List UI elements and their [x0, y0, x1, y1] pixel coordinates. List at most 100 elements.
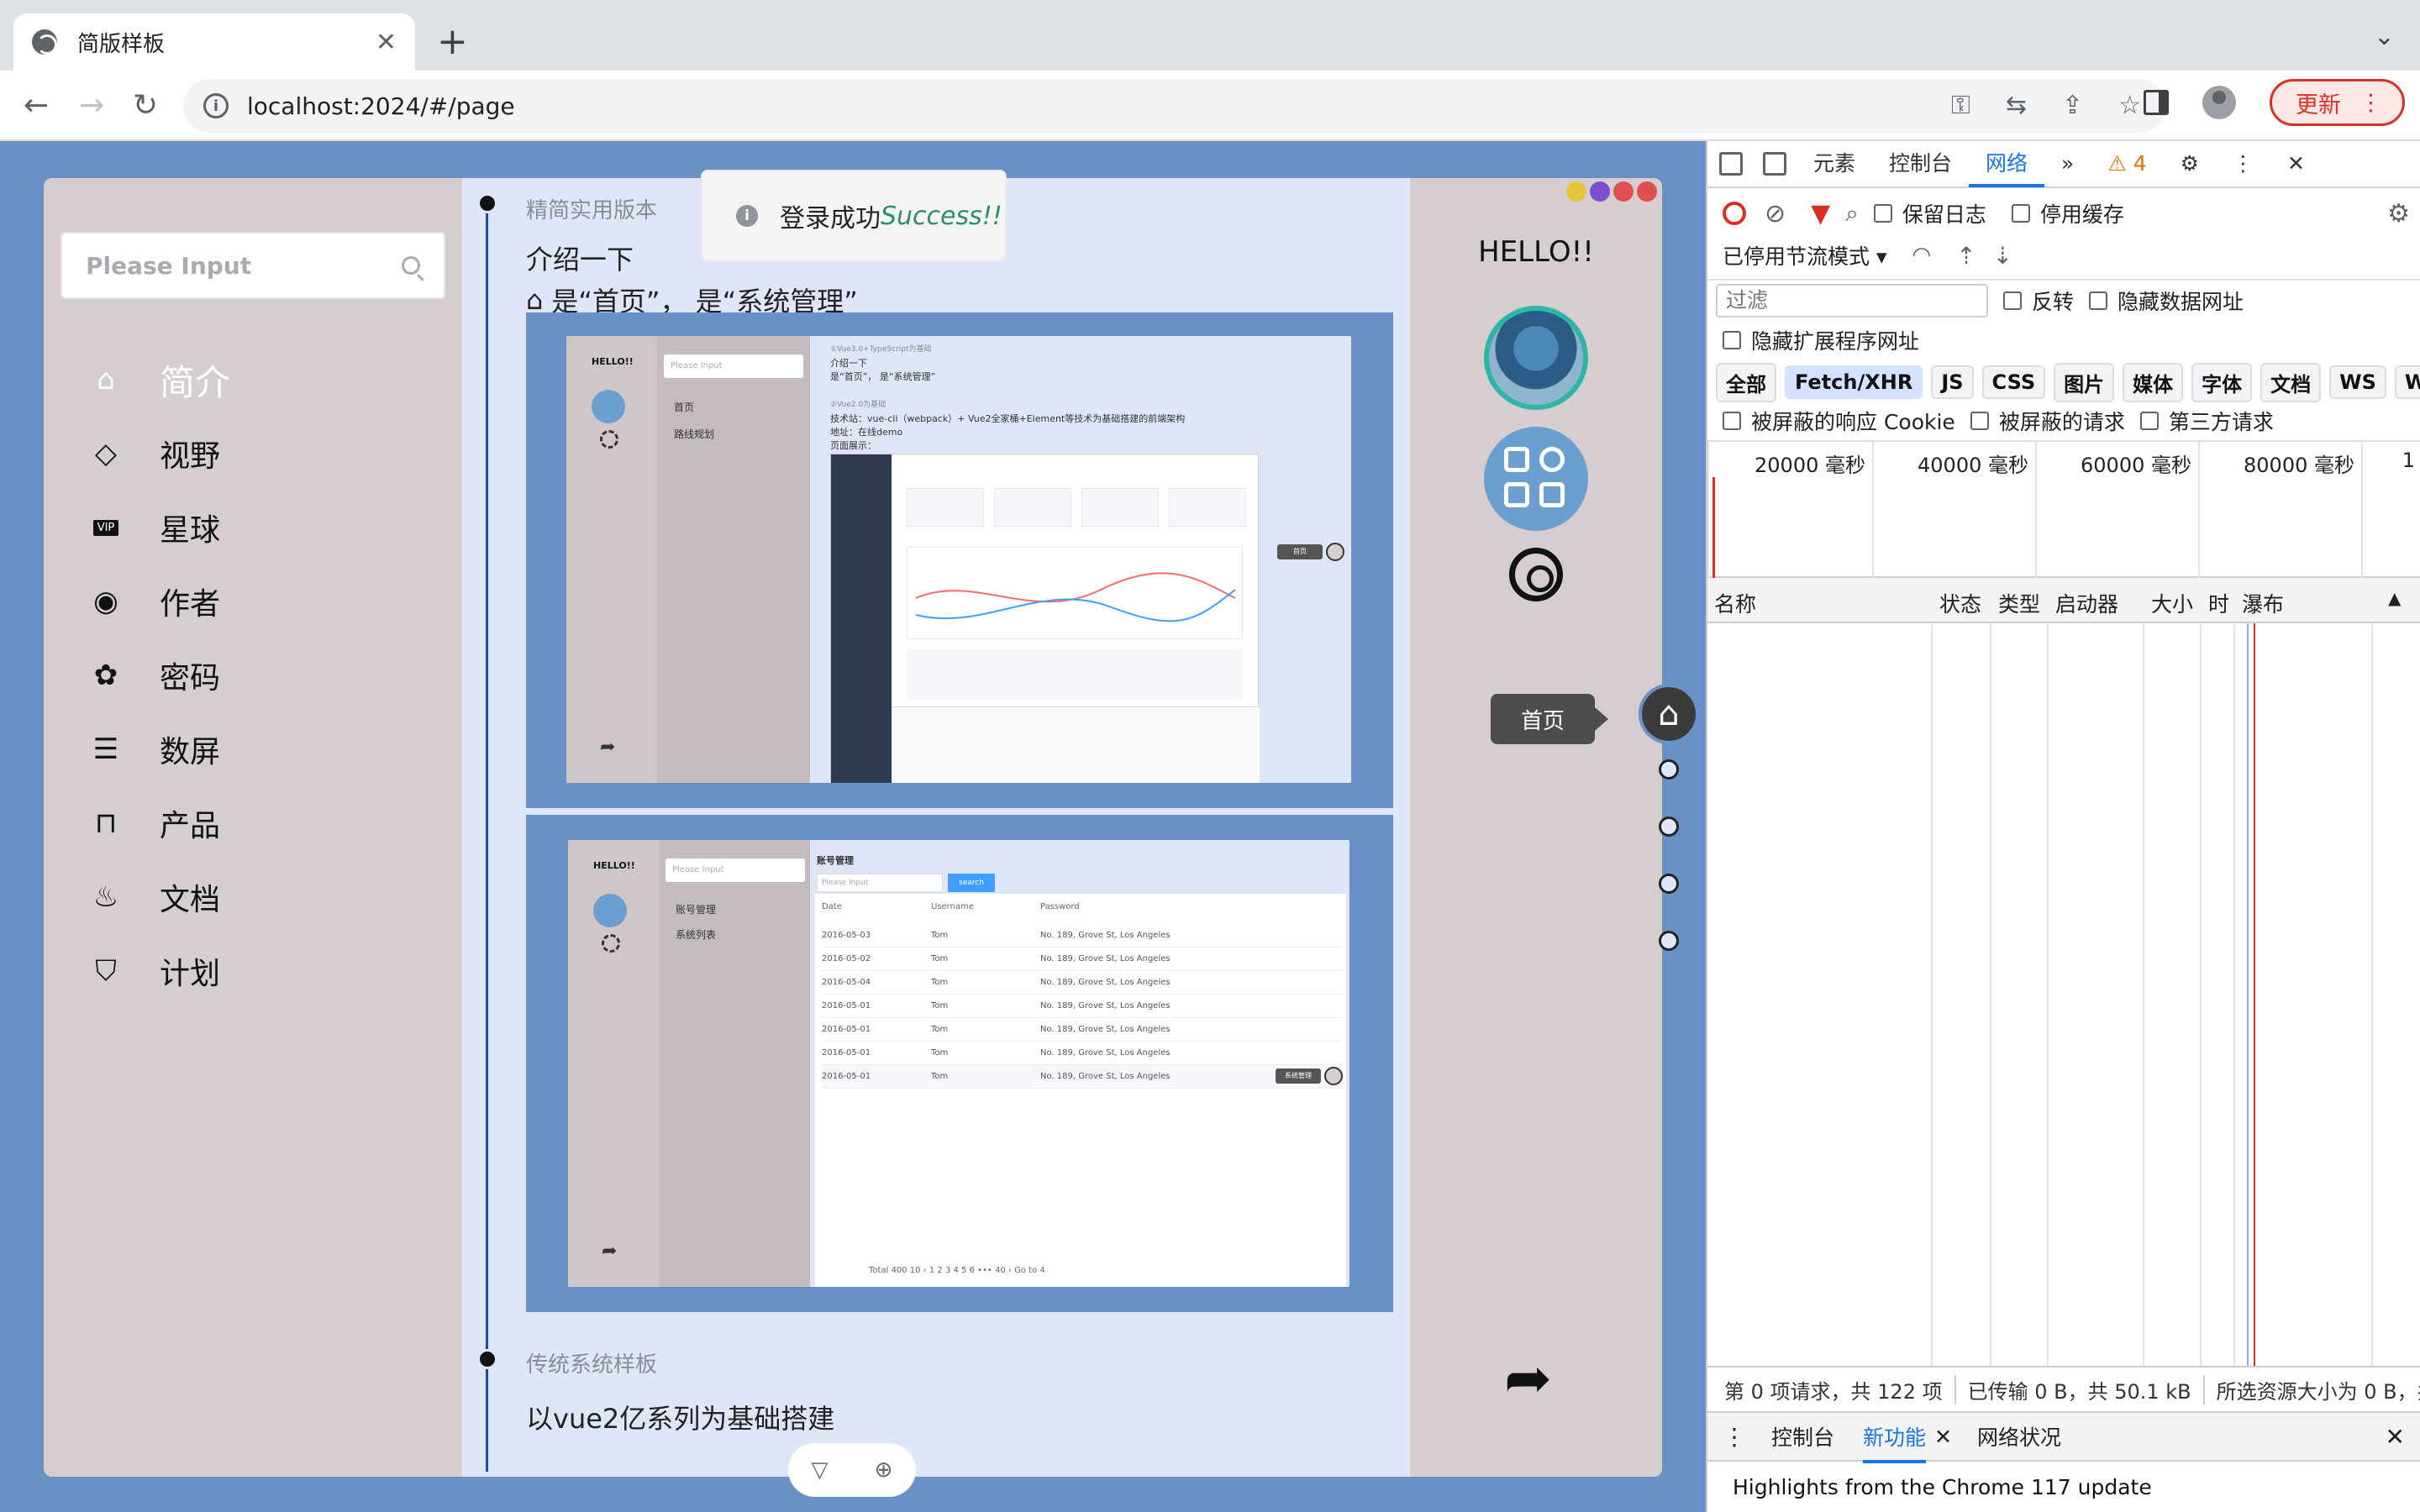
drawer-menu-icon[interactable]: ⋮ — [1723, 1423, 1746, 1451]
warning-icon[interactable]: ⚠ 4 — [2091, 140, 2163, 187]
throttle-select[interactable]: 已停用节流模式 ▾ — [1723, 240, 1887, 270]
forward-button[interactable]: → — [79, 86, 104, 126]
search-icon[interactable]: ⌕ — [1845, 199, 1859, 228]
preserve-log-checkbox[interactable] — [1873, 204, 1892, 223]
invert-checkbox[interactable] — [2003, 291, 2022, 310]
site-info-icon[interactable]: i — [203, 93, 229, 118]
network-overview[interactable]: 20000 毫秒 40000 毫秒 60000 毫秒 80000 毫秒 1 — [1707, 440, 2420, 580]
type-filter-media[interactable]: 媒体 — [2123, 362, 2184, 402]
menu-item-product[interactable]: ⊓ 产品 — [87, 786, 230, 860]
browser-tab[interactable]: 简版样板 ✕ — [13, 13, 415, 71]
filter-input[interactable]: 过滤 — [1716, 284, 1988, 318]
back-button[interactable]: ← — [24, 86, 49, 126]
col-status[interactable]: 状态 — [1939, 588, 1981, 618]
type-filter-js[interactable]: JS — [1931, 365, 1974, 399]
new-tab-button[interactable]: + — [437, 20, 468, 64]
translate-icon[interactable]: ⇆ — [2006, 91, 2027, 120]
float-button-4[interactable] — [1659, 931, 1679, 951]
col-type[interactable]: 类型 — [1998, 588, 2040, 618]
kebab-menu-icon[interactable]: ⋮ — [2360, 90, 2382, 116]
settings-gear-icon[interactable] — [1509, 548, 1563, 601]
type-filter-font[interactable]: 字体 — [2191, 362, 2253, 402]
apps-icon[interactable] — [1484, 427, 1588, 531]
col-size[interactable]: 大小 — [2151, 588, 2193, 618]
profile-avatar[interactable] — [2202, 86, 2236, 119]
float-button-2[interactable] — [1659, 816, 1679, 837]
type-filter-wasm[interactable]: Wasm — [2394, 365, 2420, 399]
bookmark-star-icon[interactable]: ☆ — [2118, 91, 2141, 120]
float-button-1[interactable] — [1659, 759, 1679, 780]
float-button-3[interactable] — [1659, 874, 1679, 894]
menu-item-author[interactable]: ◉ 作者 — [87, 564, 230, 638]
col-time[interactable]: 时 — [2208, 588, 2229, 618]
hide-data-urls-checkbox[interactable] — [2089, 291, 2108, 310]
filter-icon[interactable]: ▼ — [1811, 199, 1830, 228]
resource-size: 所选资源大小为 0 B，共 — [2202, 1374, 2420, 1404]
drawer-tab-whats-new[interactable]: 新功能 — [1863, 1421, 1927, 1463]
close-tab-icon[interactable]: ✕ — [1934, 1425, 1952, 1449]
type-filter-img[interactable]: 图片 — [2054, 362, 2115, 402]
close-devtools-icon[interactable]: ✕ — [2270, 140, 2322, 187]
download-icon[interactable]: ⇣ — [1993, 242, 2012, 270]
record-icon[interactable] — [1723, 202, 1746, 225]
sort-up-icon[interactable]: ▲ — [2388, 588, 2401, 608]
share-icon[interactable]: ⇪ — [2062, 91, 2083, 120]
target-icon[interactable]: ⊕ — [875, 1457, 893, 1483]
menu-item-vision[interactable]: ◇ 视野 — [87, 417, 230, 491]
refresh-icon[interactable] — [1566, 181, 1586, 202]
third-party-checkbox[interactable] — [2139, 412, 2159, 430]
drawer-tab-network-conditions[interactable]: 网络状况 — [1977, 1421, 2061, 1452]
tab-network[interactable]: 网络 — [1969, 140, 2045, 187]
col-name[interactable]: 名称 — [1714, 588, 1756, 618]
hide-ext-urls-checkbox[interactable] — [1723, 331, 1741, 349]
disable-cache-checkbox[interactable] — [2011, 204, 2030, 223]
col-initiator[interactable]: 启动器 — [2055, 588, 2118, 618]
blocked-cookies-checkbox[interactable] — [1723, 412, 1741, 430]
wifi-icon[interactable]: ◠ — [1912, 243, 1932, 268]
tab-elements[interactable]: 元素 — [1797, 140, 1872, 187]
tab-search-icon[interactable]: ⌄ — [2374, 22, 2395, 51]
reload-button[interactable]: ↻ — [133, 86, 158, 126]
type-filter-all[interactable]: 全部 — [1716, 362, 1776, 402]
timeline-title: 以vue2亿系列为基础搭建 — [526, 1403, 835, 1435]
blocked-requests-checkbox[interactable] — [1970, 412, 1989, 430]
tab-console[interactable]: 控制台 — [1872, 140, 1969, 187]
menu-item-password[interactable]: ✿ 密码 — [87, 638, 230, 712]
type-filter-doc[interactable]: 文档 — [2260, 362, 2322, 402]
settings-icon[interactable]: ⚙ — [2164, 140, 2216, 187]
menu-item-dashboard[interactable]: ☰ 数屏 — [87, 712, 230, 786]
minimize-icon[interactable] — [1613, 181, 1634, 202]
more-tabs-icon[interactable]: » — [2044, 140, 2091, 187]
swap-icon[interactable] — [1590, 181, 1610, 202]
menu-item-intro[interactable]: ⌂ 简介 — [87, 343, 230, 417]
drawer-tab-console[interactable]: 控制台 — [1771, 1421, 1834, 1452]
network-settings-icon[interactable]: ⚙ — [2387, 199, 2410, 228]
maximize-icon[interactable] — [1637, 181, 1657, 202]
device-toggle-icon[interactable] — [1763, 152, 1786, 176]
menu-item-plan[interactable]: ⛉ 计划 — [87, 934, 230, 1008]
search-input[interactable]: Please Input — [60, 232, 445, 299]
home-float-button[interactable]: ⌂ — [1639, 684, 1699, 744]
mini-app-system: HELLO!! ➦ Please Input 账号管理 系统列表 账号管理 Pl… — [568, 840, 1349, 1287]
menu-item-docs[interactable]: ♨ 文档 — [87, 860, 230, 934]
side-panel-icon[interactable] — [2144, 90, 2169, 115]
user-avatar[interactable] — [1484, 306, 1588, 410]
menu-label: 作者 — [160, 587, 221, 622]
address-bar[interactable]: i localhost:2024/#/page ⚿ ⇆ ⇪ ☆ — [183, 79, 2166, 133]
share-icon[interactable]: ➦ — [1504, 1346, 1552, 1412]
clear-icon[interactable]: ⊘ — [1765, 199, 1786, 228]
close-tab-icon[interactable]: ✕ — [376, 28, 397, 57]
key-icon[interactable]: ⚿ — [1951, 91, 1970, 120]
inspect-icon[interactable] — [1719, 152, 1743, 176]
search-icon[interactable] — [402, 256, 420, 275]
update-button[interactable]: 更新 ⋮ — [2270, 79, 2405, 126]
menu-item-planet[interactable]: VIP 星球 — [87, 491, 230, 564]
type-filter-xhr[interactable]: Fetch/XHR — [1785, 365, 1923, 399]
kebab-menu-icon[interactable]: ⋮ — [2216, 140, 2270, 187]
type-filter-ws[interactable]: WS — [2329, 365, 2386, 399]
vue-icon[interactable]: ▽ — [812, 1457, 829, 1483]
col-waterfall[interactable]: 瀑布 — [2242, 588, 2284, 618]
upload-icon[interactable]: ⇡ — [1956, 242, 1975, 270]
close-drawer-icon[interactable]: ✕ — [2386, 1423, 2405, 1451]
type-filter-css[interactable]: CSS — [1981, 365, 2046, 399]
